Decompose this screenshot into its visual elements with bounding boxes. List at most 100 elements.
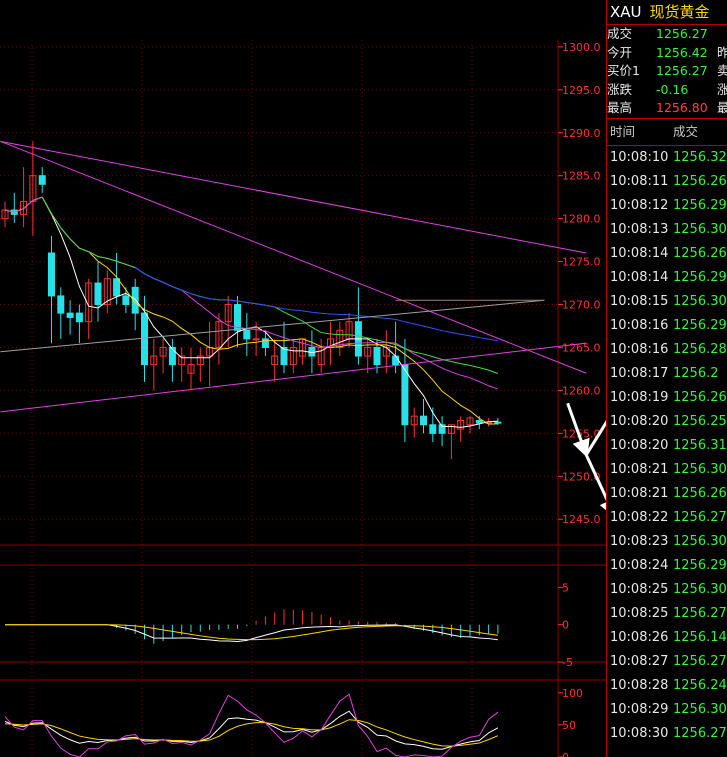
quote-row: 最高 1256.80 最 xyxy=(607,99,727,118)
tick-time: 10:08:19 xyxy=(610,389,669,405)
tick-price: 1256.26 xyxy=(673,245,727,261)
tick-row: 10:08:12 1256.29 xyxy=(607,194,727,218)
tick-price: 1256.30 xyxy=(673,701,727,717)
tick-row: 10:08:14 1256.29 xyxy=(607,266,727,290)
ticks-header-price: 成交 xyxy=(673,123,699,139)
candle-body xyxy=(94,282,102,306)
quote-label-secondary: 涨 xyxy=(717,81,727,100)
y-tick-label: 1280.0 xyxy=(562,213,601,226)
quote-row: 买价1 1256.27 卖 xyxy=(607,62,727,81)
candle-body xyxy=(113,278,121,297)
tick-price: 1256.24 xyxy=(673,677,727,693)
macd-y-tick-label: -5 xyxy=(562,656,573,669)
quote-label-secondary: 最 xyxy=(717,99,727,118)
tick-time: 10:08:25 xyxy=(610,605,669,621)
tick-time: 10:08:22 xyxy=(610,509,669,525)
candle-body xyxy=(48,252,55,297)
tick-price: 1256.29 xyxy=(673,197,727,213)
tick-time: 10:08:16 xyxy=(610,317,669,333)
quote-label-secondary: 昨 xyxy=(717,44,727,63)
tick-price: 1256.25 xyxy=(673,413,727,429)
tick-price: 1256.14 xyxy=(673,629,727,645)
candle-body xyxy=(57,295,65,314)
symbol-code: XAU xyxy=(610,3,642,21)
tick-row: 10:08:24 1256.29 xyxy=(607,554,727,578)
projection-arrow xyxy=(584,454,606,518)
tick-time: 10:08:10 xyxy=(610,149,669,165)
tick-row: 10:08:23 1256.30 xyxy=(607,530,727,554)
tick-row: 10:08:16 1256.29 xyxy=(607,314,727,338)
tick-row: 10:08:13 1256.30 xyxy=(607,218,727,242)
tick-time: 10:08:21 xyxy=(610,461,669,477)
tick-row: 10:08:14 1256.26 xyxy=(607,242,727,266)
candle-body xyxy=(75,312,83,323)
candle-body xyxy=(243,329,251,340)
ma20-line xyxy=(4,196,499,390)
candle-body xyxy=(392,355,400,366)
tick-time: 10:08:11 xyxy=(610,173,669,189)
y-tick-label: 1270.0 xyxy=(562,299,601,312)
tick-row: 10:08:10 1256.32 xyxy=(607,146,727,170)
candle-body xyxy=(429,424,437,434)
kdj-y-tick-label: 100 xyxy=(562,687,583,700)
candle-body xyxy=(141,312,148,366)
quote-value: 1256.27 xyxy=(656,26,708,41)
y-tick-label: 1300.0 xyxy=(562,41,601,54)
kdj-y-tick-label: 0 xyxy=(562,751,569,757)
tick-price: 1256.26 xyxy=(673,485,727,501)
tick-row: 10:08:27 1256.27 xyxy=(607,650,727,674)
tick-row: 10:08:25 1256.27 xyxy=(607,602,727,626)
tick-time: 10:08:28 xyxy=(610,677,669,693)
tick-row: 10:08:11 1256.26 xyxy=(607,170,727,194)
tick-time: 10:08:25 xyxy=(610,581,669,597)
tick-price: 1256.31 xyxy=(673,437,727,453)
tick-price: 1256.27 xyxy=(673,605,727,621)
quote-value: 1256.80 xyxy=(656,100,708,115)
tick-price: 1256.30 xyxy=(673,533,727,549)
tick-time: 10:08:26 xyxy=(610,629,669,645)
tick-price: 1256.27 xyxy=(673,725,727,741)
tick-row: 10:08:15 1256.30 xyxy=(607,290,727,314)
quote-label: 涨跌 xyxy=(607,81,633,97)
tick-row: 10:08:16 1256.28 xyxy=(607,338,727,362)
kdj-k-line xyxy=(4,710,499,750)
quote-row: 涨跌 -0.16 涨 xyxy=(607,81,727,100)
tick-row: 10:08:19 1256.26 xyxy=(607,386,727,410)
candle-body xyxy=(252,338,260,341)
kdj-d-line xyxy=(4,719,499,747)
candle-body xyxy=(373,346,381,366)
tick-list[interactable]: 10:08:10 1256.32 10:08:11 1256.26 10:08:12 12… xyxy=(607,146,727,746)
quote-row: 今开 1256.42 昨 xyxy=(607,44,727,63)
tick-row: 10:08:17 1256.2 xyxy=(607,362,727,386)
tick-price: 1256.30 xyxy=(673,581,727,597)
kline-chart[interactable]: 1300.0 1295.0 1290.0 1285.0 1280.0 1275.0 1270… xyxy=(0,0,606,757)
tick-time: 10:08:14 xyxy=(610,245,669,261)
tick-time: 10:08:23 xyxy=(610,533,669,549)
quote-label: 买价1 xyxy=(607,63,640,78)
tick-time: 10:08:20 xyxy=(610,413,669,429)
tick-time: 10:08:24 xyxy=(610,557,669,573)
ticks-header-time: 时间 xyxy=(610,123,636,139)
kdj-j-line xyxy=(4,693,499,757)
kdj-y-tick-label: 50 xyxy=(562,719,576,732)
tick-row: 10:08:25 1256.30 xyxy=(607,578,727,602)
y-tick-label: 1295.0 xyxy=(562,84,601,97)
quote-value: 1256.27 xyxy=(656,63,708,78)
tick-price: 1256.30 xyxy=(673,461,727,477)
quote-value: 1256.42 xyxy=(656,44,708,60)
macd-y-tick-label: 5 xyxy=(562,581,569,594)
tick-row: 10:08:22 1256.27 xyxy=(607,506,727,530)
tick-row: 10:08:26 1256.14 xyxy=(607,626,727,650)
quote-label: 最高 xyxy=(607,100,633,115)
y-tick-label: 1290.0 xyxy=(562,127,601,140)
tick-price: 1256.27 xyxy=(673,653,727,669)
projection-arrow xyxy=(584,420,606,456)
tick-time: 10:08:27 xyxy=(610,653,669,669)
tick-time: 10:08:15 xyxy=(610,293,669,309)
candle-body xyxy=(168,346,176,366)
candle-body xyxy=(494,421,502,424)
quote-label: 成交 xyxy=(607,26,633,41)
tick-time: 10:08:17 xyxy=(610,365,669,381)
candle-body xyxy=(38,175,46,185)
tick-row: 10:08:30 1256.27 xyxy=(607,722,727,746)
